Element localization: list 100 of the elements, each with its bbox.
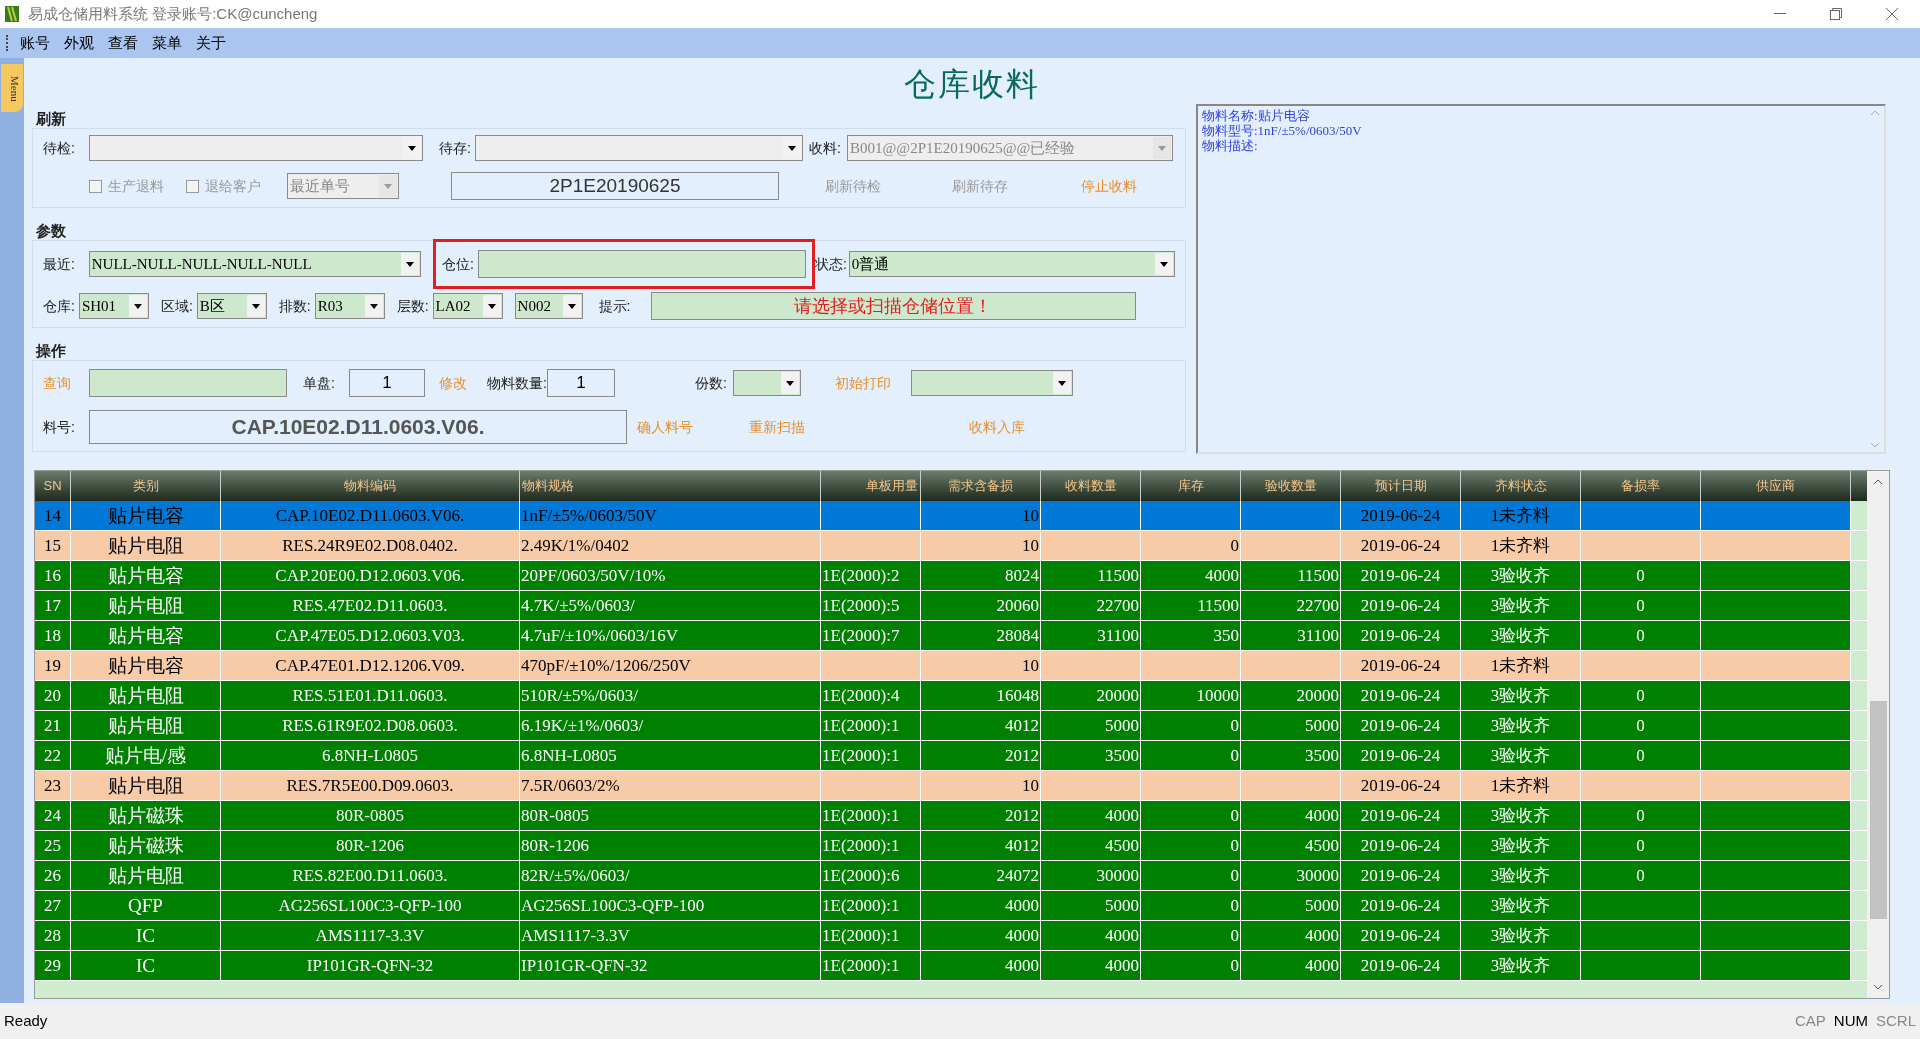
table-cell: 510R/±5%/0603/ [520, 681, 821, 710]
table-row[interactable]: 22 贴片电/感 6.8NH-L0805 6.8NH-L0805 1E(2000):1 2012 3500 0 3500 2019-06-24 3验收齐 0 [35, 741, 1868, 771]
minimize-icon [1774, 13, 1786, 15]
table-cell: 1nF/±5%/0603/50V [520, 501, 821, 530]
part-number-field[interactable]: CAP.10E02.D11.0603.V06. [89, 410, 627, 444]
column-header[interactable]: 预计日期 [1341, 471, 1461, 501]
table-row[interactable]: 26 贴片电阻 RES.82E00.D11.0603. 82R/±5%/0603/ 1E(2000):6 24072 30000 0 30000 2019-06-24 3验收齐 0 [35, 861, 1868, 891]
table-row[interactable]: 21 贴片电阻 RES.61R9E02.D08.0603. 6.19K/±1%/0603/ 1E(2000):1 4012 5000 0 5000 2019-06-24 3验收齐 0 [35, 711, 1868, 741]
quantity-field[interactable]: 1 [546, 369, 615, 397]
table-cell: 1E(2000):7 [821, 621, 921, 650]
table-cell: 5000 [1241, 711, 1341, 740]
table-cell: 0 [1141, 921, 1241, 950]
column-header[interactable]: 齐料状态 [1461, 471, 1581, 501]
dropdown[interactable] [910, 370, 1073, 396]
table-cell: 2019-06-24 [1341, 531, 1461, 560]
dropdown[interactable]: B001@@2P1E20190625@@已经验 [847, 135, 1173, 161]
table-cell: 4500 [1241, 831, 1341, 860]
scroll-thumb[interactable] [1869, 700, 1887, 919]
table-cell: 贴片电容 [71, 561, 221, 590]
table-cell: AMS1117-3.3V [221, 921, 520, 950]
close-icon [1886, 8, 1898, 20]
table-cell: 0 [1581, 801, 1701, 830]
table-row[interactable]: 14 贴片电容 CAP.10E02.D11.0603.V06. 1nF/±5%/0603/50V 10 2019-06-24 1未齐料 [35, 501, 1868, 531]
table-row[interactable]: 29 IC IP101GR-QFN-32 IP101GR-QFN-32 1E(2000):1 4000 4000 0 4000 2019-06-24 3验收齐 [35, 951, 1868, 981]
table-row[interactable]: 24 贴片磁珠 80R-0805 80R-0805 1E(2000):1 2012 4000 0 4000 2019-06-24 3验收齐 0 [35, 801, 1868, 831]
order-number-field[interactable]: 2P1E20190625 [451, 172, 779, 200]
column-header[interactable]: 备损率 [1581, 471, 1701, 501]
dropdown[interactable]: 0普通 [848, 251, 1175, 277]
table-row[interactable]: 27 QFP AG256SL100C3-QFP-100 AG256SL100C3-QFP-100 1E(2000):1 4000 5000 0 5000 2019-06-24 3验收齐 [35, 891, 1868, 921]
table-cell: 1未齐料 [1461, 501, 1581, 530]
table-row[interactable]: 20 贴片电阻 RES.51E01.D11.0603. 510R/±5%/0603/ 1E(2000):4 16048 20000 10000 20000 2019-06-24 3验收齐 0 [35, 681, 1868, 711]
table-cell: 0 [1141, 891, 1241, 920]
single-reel-field[interactable]: 1 [349, 369, 425, 397]
table-row[interactable]: 18 贴片电容 CAP.47E05.D12.0603.V03. 4.7uF/±10%/0603/16V 1E(2000):7 28084 31100 350 31100 2019-06-24 3验收齐 0 [35, 621, 1868, 651]
query-field[interactable] [89, 369, 287, 397]
table-cell: 2019-06-24 [1341, 621, 1461, 650]
column-header[interactable]: 物料编码 [221, 471, 520, 501]
table-cell: 80R-1206 [520, 831, 821, 860]
menu-item[interactable]: 外观 [62, 31, 96, 55]
table-cell: 2019-06-24 [1341, 591, 1461, 620]
table-row[interactable]: 25 贴片磁珠 80R-1206 80R-1206 1E(2000):1 4012 4500 0 4500 2019-06-24 3验收齐 0 [35, 831, 1868, 861]
row-filler [1851, 561, 1868, 590]
table-cell: 30000 [1241, 861, 1341, 890]
table-cell: 4012 [921, 831, 1041, 860]
location-field[interactable] [477, 250, 806, 278]
column-header[interactable]: 供应商 [1701, 471, 1851, 501]
recent-order-dropdown[interactable]: 最近单号 [287, 173, 399, 199]
checkbox[interactable] [89, 179, 102, 193]
dropdown[interactable]: LA02 [432, 293, 503, 319]
scroll-up-icon[interactable] [1873, 479, 1883, 485]
table-cell: 1E(2000):4 [821, 681, 921, 710]
scroll-down-icon[interactable] [1873, 984, 1883, 990]
column-header[interactable]: 单板用量 [821, 471, 921, 501]
table-row[interactable]: 23 贴片电阻 RES.7R5E00.D09.0603. 7.5R/0603/2% 10 2019-06-24 1未齐料 [35, 771, 1868, 801]
table-cell: 贴片磁珠 [71, 831, 221, 860]
table-cell: 2.49K/1%/0402 [520, 531, 821, 560]
table-cell: 80R-0805 [221, 801, 520, 830]
table-cell: 贴片电阻 [71, 531, 221, 560]
dropdown[interactable] [475, 135, 803, 161]
field-label: 单盘: [303, 373, 336, 393]
table-row[interactable]: 16 贴片电容 CAP.20E00.D12.0603.V06. 20PF/0603/50V/10% 1E(2000):2 8024 11500 4000 11500 2019-06-24 3验收齐 0 [35, 561, 1868, 591]
table-cell: 1E(2000):1 [821, 801, 921, 830]
column-header[interactable]: 类别 [71, 471, 221, 501]
table-row[interactable]: 15 贴片电阻 RES.24R9E02.D08.0402. 2.49K/1%/0402 10 0 2019-06-24 1未齐料 [35, 531, 1868, 561]
table-cell: 25 [35, 831, 71, 860]
menu-item[interactable]: 关于 [194, 31, 228, 55]
menu-item[interactable]: 查看 [106, 31, 140, 55]
hint-field[interactable]: 请选择或扫描仓储位置！ [650, 292, 1136, 320]
side-menu-tab[interactable]: Menu [1, 64, 23, 112]
table-cell: 1E(2000):1 [821, 711, 921, 740]
table-cell: 24 [35, 801, 71, 830]
scrollbar[interactable] [1867, 471, 1889, 998]
dropdown[interactable]: R03 [314, 293, 385, 319]
checkbox[interactable] [186, 179, 199, 193]
table-cell: 3验收齐 [1461, 891, 1581, 920]
menu-item[interactable]: 菜单 [150, 31, 184, 55]
dropdown[interactable]: NULL-NULL-NULL-NULL-NULL [88, 251, 421, 277]
field-label: 仓位: [441, 254, 475, 274]
table-cell: QFP [71, 891, 221, 920]
table-cell: 22700 [1241, 591, 1341, 620]
table-row[interactable]: 17 贴片电阻 RES.47E02.D11.0603. 4.7K/±5%/0603/ 1E(2000):5 20060 22700 11500 22700 2019-06-24 3验收齐 0 [35, 591, 1868, 621]
dropdown[interactable] [732, 370, 801, 396]
table-cell: AMS1117-3.3V [520, 921, 821, 950]
table-cell: AG256SL100C3-QFP-100 [520, 891, 821, 920]
dropdown[interactable]: N002 [514, 293, 583, 319]
table-cell: 贴片电/感 [71, 741, 221, 770]
column-header[interactable]: 需求含备损 [921, 471, 1041, 501]
column-header[interactable]: 物料规格 [520, 471, 821, 501]
menu-item[interactable]: 账号 [18, 31, 52, 55]
row-filler [1851, 741, 1868, 770]
column-header[interactable]: 收料数量 [1041, 471, 1141, 501]
table-row[interactable]: 19 贴片电容 CAP.47E01.D12.1206.V09. 470pF/±10%/1206/250V 10 2019-06-24 1未齐料 [35, 651, 1868, 681]
row-filler [1851, 651, 1868, 680]
column-header[interactable]: SN [35, 471, 71, 501]
column-header[interactable]: 验收数量 [1241, 471, 1341, 501]
dropdown[interactable] [89, 135, 423, 161]
table-row[interactable]: 28 IC AMS1117-3.3V AMS1117-3.3V 1E(2000):1 4000 4000 0 4000 2019-06-24 3验收齐 [35, 921, 1868, 951]
dropdown[interactable]: SH01 [78, 293, 149, 319]
column-header[interactable]: 库存 [1141, 471, 1241, 501]
dropdown[interactable]: B区 [196, 293, 267, 319]
